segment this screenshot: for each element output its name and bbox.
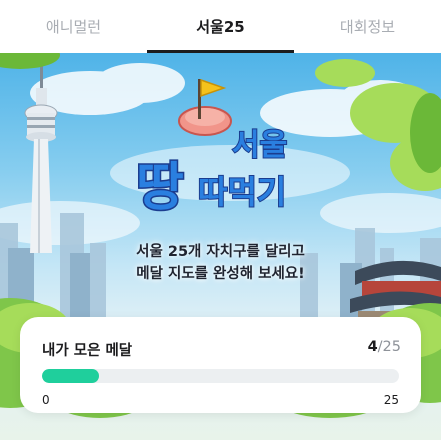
banner-slogan: 서울 25개 자치구를 달리고 메달 지도를 완성해 보세요!: [0, 241, 441, 285]
medal-count: 4/25: [368, 339, 401, 355]
medal-progress-fill: [42, 369, 100, 383]
progress-scale-max: 25: [383, 393, 399, 407]
slogan-line-2: 메달 지도를 완성해 보세요!: [136, 266, 305, 282]
tab-event-info[interactable]: 대회정보: [294, 0, 441, 53]
tab-seoul25[interactable]: 서울25: [147, 0, 294, 53]
event-logo: 서울 땅 따먹기: [135, 78, 288, 220]
logo-ttameokgi-text: 따먹기: [198, 173, 286, 211]
medal-progress-bar: [42, 369, 399, 383]
medal-count-total: /25: [377, 339, 401, 355]
progress-scale-min: 0: [42, 393, 50, 407]
medal-count-current: 4: [367, 339, 378, 355]
event-banner: 서울 땅 따먹기 서울 25개 자치구를 달리고 메달 지도를 완성해 보세요!…: [0, 53, 441, 440]
tab-bar: 애니멀런 서울25 대회정보: [0, 0, 441, 53]
slogan-line-1: 서울 25개 자치구를 달리고: [136, 244, 305, 260]
logo-ttang-text: 땅: [136, 158, 184, 218]
medal-card-title: 내가 모은 메달: [42, 343, 133, 359]
tab-animal-run[interactable]: 애니멀런: [0, 0, 147, 53]
medal-progress-card[interactable]: 내가 모은 메달 4/25 0 25: [20, 317, 421, 413]
logo-seoul-text: 서울: [232, 128, 287, 163]
